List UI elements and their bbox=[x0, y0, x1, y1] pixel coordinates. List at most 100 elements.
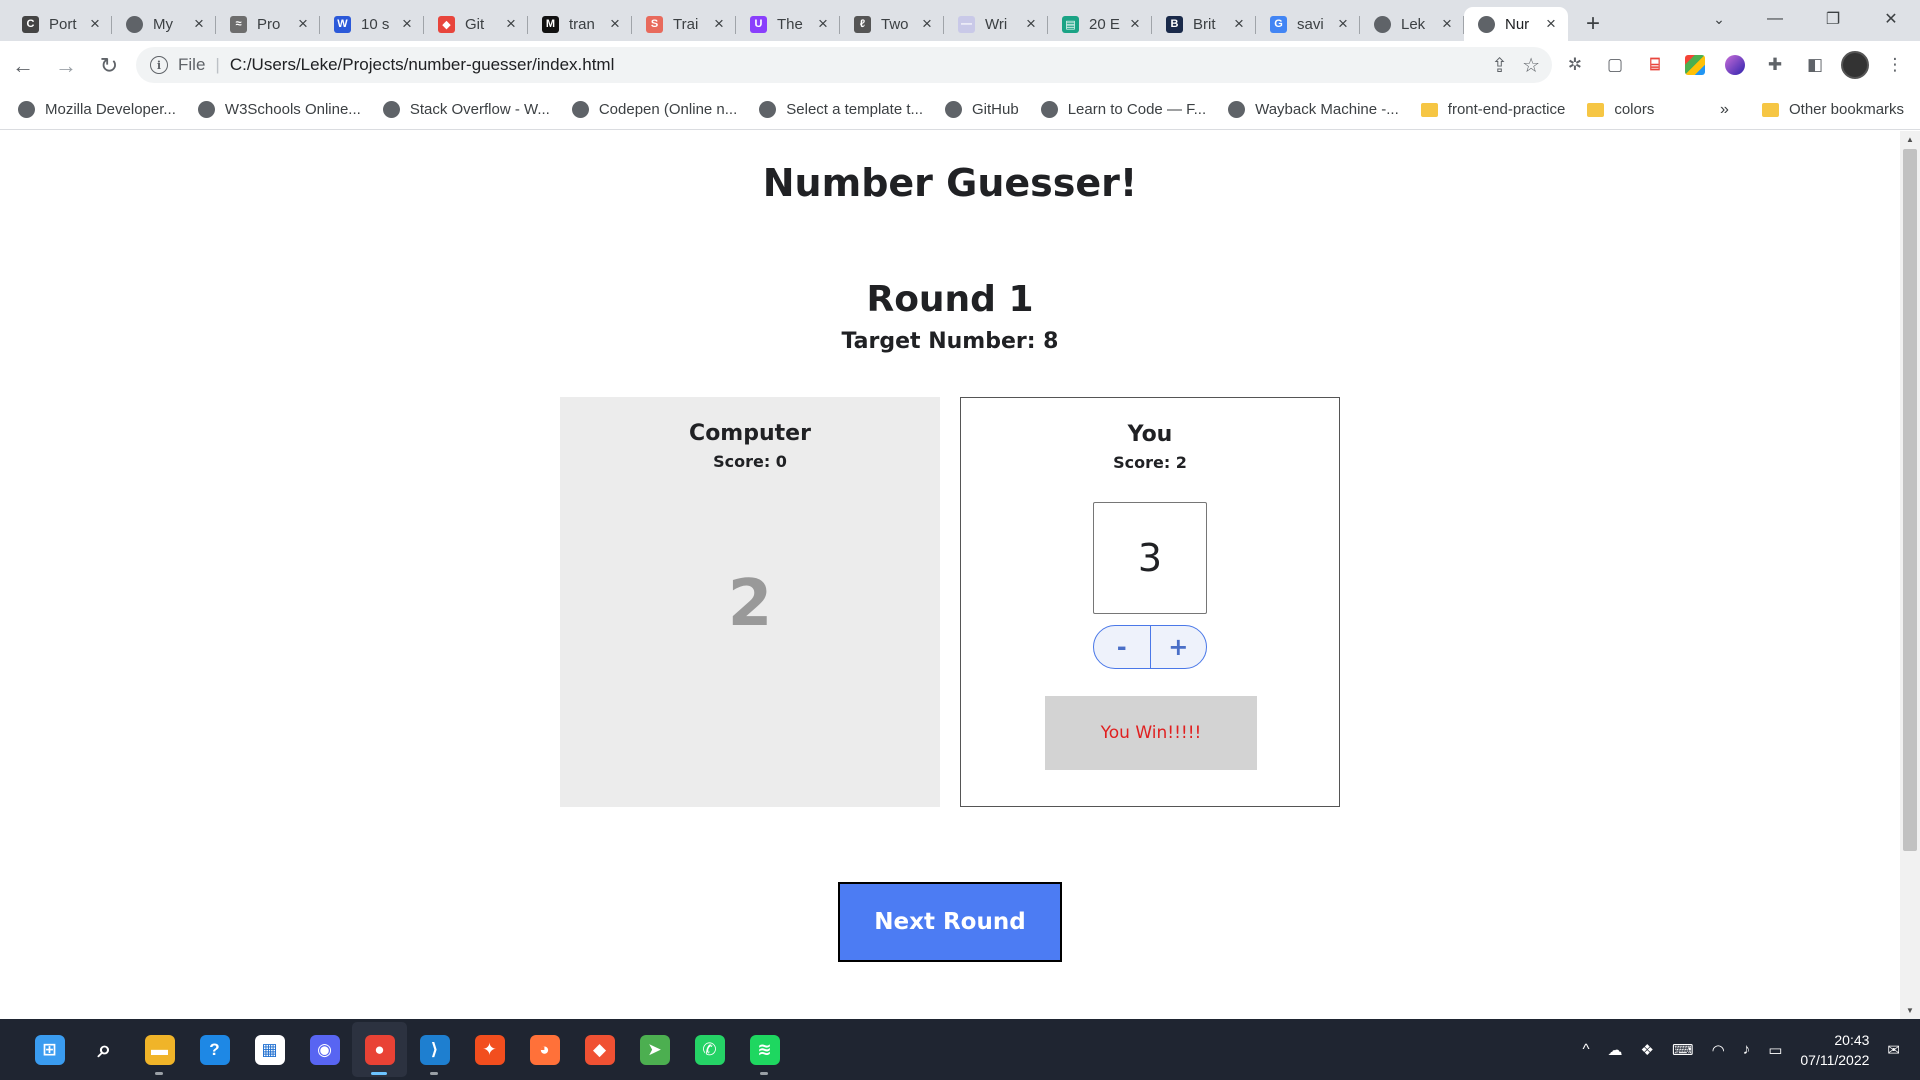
share-icon[interactable]: ⇪ bbox=[1491, 53, 1508, 78]
browser-tab[interactable]: ≈ Pro × bbox=[216, 7, 320, 41]
next-round-button[interactable]: Next Round bbox=[838, 882, 1062, 962]
close-window-button[interactable]: ✕ bbox=[1862, 0, 1920, 38]
bookmark-item[interactable]: GitHub bbox=[945, 101, 1019, 118]
square-extension-icon[interactable]: ▢ bbox=[1598, 48, 1632, 82]
keyboard-icon[interactable]: ⌨ bbox=[1672, 1041, 1694, 1059]
browser-tab[interactable]: C Port × bbox=[8, 7, 112, 41]
globe-icon bbox=[1228, 101, 1246, 118]
taskbar-vscode[interactable]: ⟩ bbox=[407, 1022, 462, 1077]
scroll-up-icon[interactable]: ▲ bbox=[1906, 135, 1914, 144]
tab-close-icon[interactable]: × bbox=[86, 14, 104, 34]
clock[interactable]: 20:43 07/11/2022 bbox=[1800, 1030, 1869, 1070]
purple-extension-icon[interactable] bbox=[1718, 48, 1752, 82]
taskbar-search[interactable]: ⌕ bbox=[77, 1022, 132, 1077]
red-extension-icon[interactable]: ⌸ bbox=[1638, 48, 1672, 82]
browser-tab[interactable]: S Trai × bbox=[632, 7, 736, 41]
minimize-button[interactable]: — bbox=[1746, 0, 1804, 38]
taskbar: ⊞ ⌕ ▬? ▦ ◉ ● ⟩ ✦ ◕ ◆ ➤ ✆ ≋ ^ ☁ ❖ ⌨ ◠ ♪ ▭ 20:43 07/11… bbox=[0, 1019, 1920, 1080]
tab-close-icon[interactable]: × bbox=[502, 14, 520, 34]
browser-tab[interactable]: W 10 s × bbox=[320, 7, 424, 41]
tab-close-icon[interactable]: × bbox=[190, 14, 208, 34]
tab-close-icon[interactable]: × bbox=[814, 14, 832, 34]
wifi-icon[interactable]: ◠ bbox=[1712, 1041, 1725, 1059]
scrollbar-thumb[interactable] bbox=[1903, 149, 1917, 851]
taskbar-discord[interactable]: ◉ bbox=[297, 1022, 352, 1077]
taskbar-firefox[interactable]: ◕ bbox=[517, 1022, 572, 1077]
folder-icon bbox=[1762, 102, 1779, 117]
browser-tab[interactable]: U The × bbox=[736, 7, 840, 41]
round-heading: Round 1 bbox=[866, 279, 1034, 320]
bookmark-item[interactable]: Select a template t... bbox=[759, 101, 923, 118]
address-url[interactable]: C:/Users/Leke/Projects/number-guesser/in… bbox=[230, 55, 615, 75]
tab-close-icon[interactable]: × bbox=[606, 14, 624, 34]
bookmark-item[interactable]: Mozilla Developer... bbox=[18, 101, 176, 118]
increment-button[interactable]: + bbox=[1149, 626, 1207, 668]
onedrive-icon[interactable]: ☁ bbox=[1608, 1041, 1623, 1059]
bookmarks-overflow-button[interactable]: » bbox=[1720, 101, 1729, 119]
tab-close-icon[interactable]: × bbox=[710, 14, 728, 34]
tab-close-icon[interactable]: × bbox=[1438, 14, 1456, 34]
other-bookmarks-folder[interactable]: Other bookmarks bbox=[1762, 101, 1904, 118]
tab-search-button[interactable]: ⌄ bbox=[1700, 0, 1738, 38]
bug-extension-icon[interactable]: ✲ bbox=[1558, 48, 1592, 82]
address-bar[interactable]: i File | C:/Users/Leke/Projects/number-g… bbox=[136, 47, 1552, 83]
tab-close-icon[interactable]: × bbox=[294, 14, 312, 34]
side-panel-icon[interactable]: ◧ bbox=[1798, 48, 1832, 82]
volume-icon[interactable]: ♪ bbox=[1743, 1041, 1751, 1058]
tab-close-icon[interactable]: × bbox=[1126, 14, 1144, 34]
bookmark-item[interactable]: Wayback Machine -... bbox=[1228, 101, 1399, 118]
browser-tab[interactable]: Mtran × bbox=[528, 7, 632, 41]
colorful-extension-icon[interactable] bbox=[1678, 48, 1712, 82]
taskbar-store[interactable]: ▦ bbox=[242, 1022, 297, 1077]
battery-icon[interactable]: ▭ bbox=[1768, 1041, 1782, 1059]
bookmark-folder[interactable]: front-end-practice bbox=[1420, 101, 1565, 118]
browser-tab[interactable]: ℓ Two × bbox=[840, 7, 944, 41]
browser-tab[interactable]: Gsavi × bbox=[1256, 7, 1360, 41]
decrement-button[interactable]: - bbox=[1094, 626, 1150, 668]
tab-close-icon[interactable]: × bbox=[1334, 14, 1352, 34]
forward-button[interactable]: → bbox=[46, 46, 86, 86]
dropbox-icon[interactable]: ❖ bbox=[1641, 1041, 1654, 1059]
bookmark-item[interactable]: Codepen (Online n... bbox=[571, 101, 737, 118]
human-guess-input[interactable]: 3 bbox=[1093, 502, 1207, 614]
tab-close-icon[interactable]: × bbox=[1230, 14, 1248, 34]
taskbar-help[interactable]: ? bbox=[187, 1022, 242, 1077]
browser-tab[interactable]: ◆ Git × bbox=[424, 7, 528, 41]
back-button[interactable]: ← bbox=[3, 46, 43, 86]
taskbar-chrome[interactable]: ● bbox=[352, 1022, 407, 1077]
kebab-menu-icon[interactable]: ⋮ bbox=[1878, 48, 1912, 82]
profile-avatar[interactable] bbox=[1838, 48, 1872, 82]
browser-tab[interactable]: Lek × bbox=[1360, 7, 1464, 41]
reload-button[interactable]: ↻ bbox=[89, 46, 129, 86]
page-scrollbar[interactable]: ▲ ▼ bbox=[1900, 131, 1920, 1019]
tab-title: Pro bbox=[257, 15, 281, 33]
puzzle-icon[interactable]: ✚ bbox=[1758, 48, 1792, 82]
notification-icon[interactable]: ✉ bbox=[1887, 1041, 1900, 1059]
taskbar-start[interactable]: ⊞ bbox=[22, 1022, 77, 1077]
taskbar-whatsapp[interactable]: ✆ bbox=[682, 1022, 737, 1077]
taskbar-figma[interactable]: ✦ bbox=[462, 1022, 517, 1077]
tray-chevron-icon[interactable]: ^ bbox=[1582, 1041, 1589, 1058]
site-info-icon[interactable]: i bbox=[150, 56, 168, 74]
taskbar-telegram[interactable]: ➤ bbox=[627, 1022, 682, 1077]
tab-close-icon[interactable]: × bbox=[1022, 14, 1040, 34]
bookmark-item[interactable]: Learn to Code — F... bbox=[1040, 101, 1206, 118]
browser-tab[interactable]: B Brit × bbox=[1152, 7, 1256, 41]
bookmark-item[interactable]: W3Schools Online... bbox=[197, 101, 361, 118]
tab-close-icon[interactable]: × bbox=[1542, 14, 1560, 34]
maximize-button[interactable]: ❐ bbox=[1804, 0, 1862, 38]
browser-tab[interactable]: Nur × bbox=[1464, 7, 1568, 41]
browser-tab[interactable]: My × bbox=[112, 7, 216, 41]
taskbar-file-explorer[interactable]: ▬ bbox=[132, 1022, 187, 1077]
tab-close-icon[interactable]: × bbox=[398, 14, 416, 34]
taskbar-git[interactable]: ◆ bbox=[572, 1022, 627, 1077]
bookmark-star-icon[interactable]: ☆ bbox=[1522, 53, 1540, 78]
browser-tab[interactable]: ▤ 20 E × bbox=[1048, 7, 1152, 41]
browser-tab[interactable]: — Wri × bbox=[944, 7, 1048, 41]
taskbar-spotify[interactable]: ≋ bbox=[737, 1022, 792, 1077]
tab-close-icon[interactable]: × bbox=[918, 14, 936, 34]
scroll-down-icon[interactable]: ▼ bbox=[1906, 1006, 1914, 1015]
bookmark-item[interactable]: Stack Overflow - W... bbox=[382, 101, 550, 118]
new-tab-button[interactable]: + bbox=[1574, 7, 1612, 41]
bookmark-folder[interactable]: colors bbox=[1587, 101, 1654, 118]
